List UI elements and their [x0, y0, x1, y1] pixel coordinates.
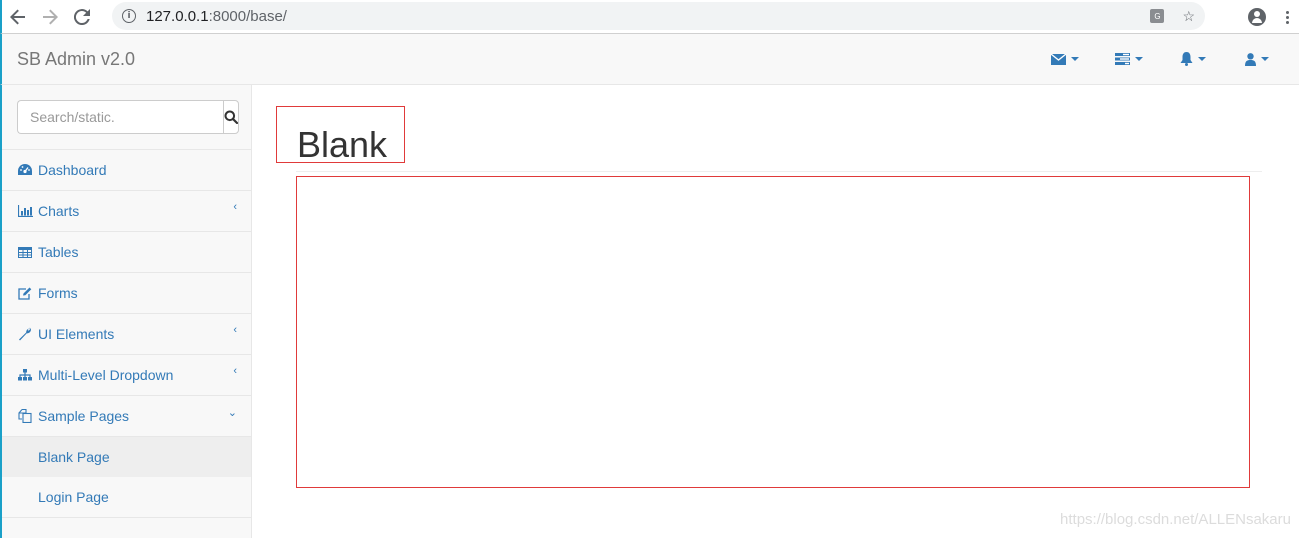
- sidebar-item-label: UI Elements: [38, 326, 115, 342]
- star-icon[interactable]: ☆: [1182, 8, 1195, 25]
- info-icon[interactable]: i: [122, 9, 136, 23]
- files-icon: [17, 409, 33, 423]
- envelope-icon: [1051, 53, 1066, 65]
- bell-icon: [1180, 52, 1193, 66]
- chevron-left-icon: ‹: [233, 324, 237, 336]
- sidebar-item-label: Tables: [38, 244, 79, 260]
- sidebar-item-dashboard[interactable]: Dashboard: [2, 150, 251, 191]
- tasks-icon: [1115, 53, 1130, 65]
- edit-icon: [17, 287, 33, 300]
- reload-icon: [74, 8, 90, 25]
- wrench-icon: [17, 327, 33, 341]
- messages-dropdown[interactable]: [1033, 34, 1097, 84]
- search-input[interactable]: [17, 100, 223, 134]
- sidebar-subitem-blank-page[interactable]: Blank Page: [2, 437, 251, 477]
- sidebar-item-charts[interactable]: Charts ‹: [2, 191, 251, 232]
- chevron-down-icon: ⌄: [227, 407, 237, 419]
- header-divider: [296, 171, 1262, 172]
- content-highlight-box: [296, 176, 1250, 488]
- top-links: [1033, 34, 1289, 84]
- sidebar-item-forms[interactable]: Forms: [2, 273, 251, 314]
- sidebar-item-multi-level-dropdown[interactable]: Multi-Level Dropdown ‹: [2, 355, 251, 396]
- menu-dots-icon[interactable]: [1286, 10, 1289, 24]
- caret-down-icon: [1135, 57, 1143, 61]
- caret-down-icon: [1198, 57, 1206, 61]
- sidebar-item-label: Sample Pages: [38, 408, 130, 424]
- search-icon: [224, 110, 238, 124]
- caret-down-icon: [1261, 57, 1269, 61]
- alerts-dropdown[interactable]: [1161, 34, 1225, 84]
- user-icon: [1245, 52, 1256, 66]
- dashboard-icon: [17, 164, 33, 176]
- caret-down-icon: [1071, 57, 1079, 61]
- sidebar-item-label: Dashboard: [38, 162, 107, 178]
- sidebar-item-label: Multi-Level Dropdown: [38, 367, 174, 383]
- sample-pages-submenu: Blank Page Login Page: [2, 437, 251, 518]
- search-button[interactable]: [223, 100, 239, 134]
- sidebar: Dashboard Charts ‹ Tables Forms UI Eleme…: [0, 85, 252, 538]
- sidebar-item-sample-pages[interactable]: Sample Pages ⌄: [2, 396, 251, 437]
- profile-icon[interactable]: [1248, 8, 1266, 26]
- translate-icon[interactable]: G: [1150, 9, 1165, 23]
- table-icon: [17, 246, 33, 258]
- url-text: 127.0.0.1:8000/base/: [146, 7, 287, 25]
- sidebar-search: [2, 85, 251, 150]
- top-navbar: SB Admin v2.0: [0, 34, 1299, 85]
- sidebar-subitem-login-page[interactable]: Login Page: [2, 477, 251, 517]
- sitemap-icon: [17, 369, 33, 381]
- tasks-dropdown[interactable]: [1097, 34, 1161, 84]
- chevron-left-icon: ‹: [233, 201, 237, 213]
- back-button[interactable]: [2, 0, 34, 34]
- user-dropdown[interactable]: [1225, 34, 1289, 84]
- page-wrapper: Blank https://blog.csdn.net/ALLENsakaru: [252, 85, 1299, 538]
- page-title: Blank: [297, 124, 388, 165]
- bar-chart-icon: [17, 205, 33, 217]
- chevron-left-icon: ‹: [233, 365, 237, 377]
- sidebar-item-ui-elements[interactable]: UI Elements ‹: [2, 314, 251, 355]
- arrow-left-icon: [10, 9, 25, 24]
- forward-button[interactable]: [34, 0, 66, 34]
- sidebar-item-label: Charts: [38, 203, 80, 219]
- sidebar-item-label: Forms: [38, 285, 78, 301]
- browser-toolbar: i 127.0.0.1:8000/base/ G ☆: [0, 0, 1299, 34]
- sidebar-item-tables[interactable]: Tables: [2, 232, 251, 273]
- brand-title[interactable]: SB Admin v2.0: [17, 49, 135, 70]
- watermark: https://blog.csdn.net/ALLENsakaru: [1060, 511, 1291, 528]
- address-bar[interactable]: i 127.0.0.1:8000/base/ G ☆: [112, 2, 1205, 30]
- reload-button[interactable]: [66, 0, 98, 34]
- arrow-right-icon: [43, 9, 58, 24]
